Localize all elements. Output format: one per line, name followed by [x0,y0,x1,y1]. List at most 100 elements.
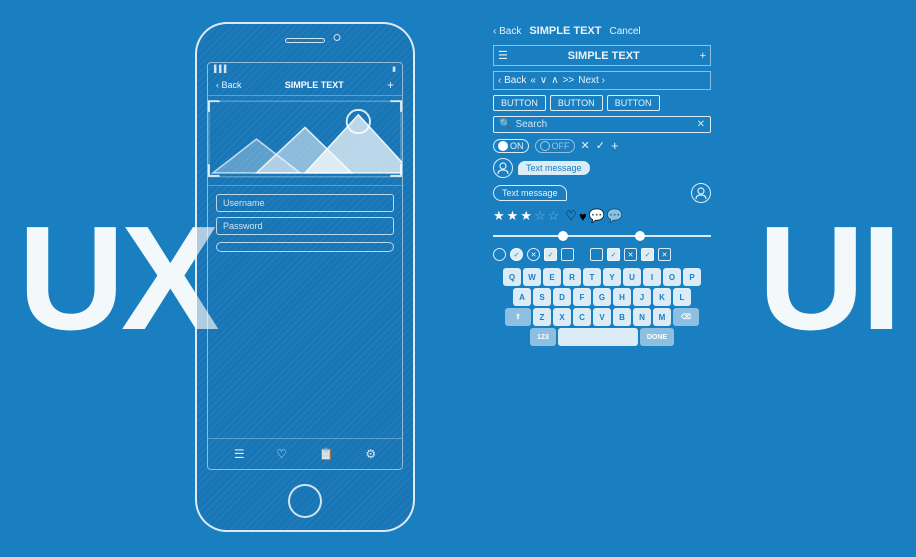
heart-filled-icon[interactable]: ♥ [579,209,587,224]
key-v[interactable]: V [593,308,611,326]
key-q[interactable]: Q [503,268,521,286]
back-button[interactable]: ‹ Back [493,26,521,37]
key-y[interactable]: Y [603,268,621,286]
cross-icon[interactable]: ✕ [581,139,590,152]
checkbox-7[interactable]: ✕ [658,248,671,261]
key-l[interactable]: L [673,288,691,306]
key-f[interactable]: F [573,288,591,306]
chat-message-right: Text message [518,161,590,175]
rating-row: ★ ★ ★ ☆ ☆ ♡ ♥ 💬 💬 [493,208,711,224]
forward-icon[interactable]: >> [563,75,575,86]
add-icon-2[interactable]: + [611,138,619,153]
list-icon[interactable]: 📋 [319,447,334,461]
checkbox-5[interactable]: ✕ [624,248,637,261]
heart-outline-icon[interactable]: ♡ [565,208,577,224]
radio-2-checked[interactable]: ✓ [510,248,523,261]
button-2[interactable]: BUTTON [550,95,603,111]
avatar-icon-left [496,161,510,175]
key-x[interactable]: X [553,308,571,326]
prev-back[interactable]: ‹ Back [498,75,526,86]
key-z[interactable]: Z [533,308,551,326]
ui-label: UI [758,205,898,353]
up-icon[interactable]: ∧ [551,75,558,86]
cancel-button[interactable]: Cancel [609,26,640,37]
on-label: ON [510,141,524,151]
home-button[interactable] [288,484,322,518]
checkbox-6-checked[interactable]: ✓ [641,248,654,261]
avatar-icon-right [694,186,708,200]
slider-row[interactable] [493,229,711,243]
key-g[interactable]: G [593,288,611,306]
avatar-left [493,158,513,178]
slider-thumb-1[interactable] [558,231,568,241]
toggle-on-circle [498,141,508,151]
button-3[interactable]: BUTTON [607,95,660,111]
check-icon[interactable]: ✓ [596,139,605,152]
toggle-on[interactable]: ON [493,139,529,153]
ux-label: UX [18,205,216,353]
heart-icon[interactable]: ♡ [276,447,287,461]
checkbox-3[interactable] [590,248,603,261]
key-o[interactable]: O [663,268,681,286]
next-button[interactable]: Next › [578,75,605,86]
rewind-icon[interactable]: « [530,75,536,86]
keyboard-row-3: ⇧ Z X C V B N M ⌫ [493,308,711,326]
settings-icon[interactable]: ⚙ [365,447,376,461]
key-n[interactable]: N [633,308,651,326]
plus-btn[interactable]: + [387,78,394,92]
key-done[interactable]: DONE [640,328,674,346]
search-bar[interactable]: 🔍 Search ✕ [493,116,711,133]
key-delete[interactable]: ⌫ [673,308,699,326]
key-e[interactable]: E [543,268,561,286]
star-1[interactable]: ★ [493,208,505,224]
key-k[interactable]: K [653,288,671,306]
radio-1[interactable] [493,248,506,261]
key-u[interactable]: U [623,268,641,286]
chat-icon-2[interactable]: 💬 [607,208,623,224]
hamburger-icon[interactable]: ☰ [498,49,508,62]
add-icon[interactable]: + [700,50,706,62]
button-1[interactable]: BUTTON [493,95,546,111]
chat-icon-1[interactable]: 💬 [589,208,605,224]
toggle-off[interactable]: OFF [535,139,575,153]
key-m[interactable]: M [653,308,671,326]
menu-title: SIMPLE TEXT [568,50,640,62]
key-d[interactable]: D [553,288,571,306]
star-5[interactable]: ☆ [548,208,560,224]
checkbox-2[interactable] [561,248,574,261]
phone-speaker [285,38,325,43]
radio-3[interactable]: ✕ [527,248,540,261]
key-p[interactable]: P [683,268,701,286]
back-btn[interactable]: ‹ Back [216,80,242,90]
key-s[interactable]: S [533,288,551,306]
key-b[interactable]: B [613,308,631,326]
off-label: OFF [552,141,570,151]
clear-icon[interactable]: ✕ [697,119,705,130]
key-123[interactable]: 123 [530,328,556,346]
key-t[interactable]: T [583,268,601,286]
password-field[interactable]: Password [216,217,394,235]
star-3[interactable]: ★ [520,208,532,224]
star-4[interactable]: ☆ [534,208,546,224]
button-row: BUTTON BUTTON BUTTON [493,95,711,111]
key-c[interactable]: C [573,308,591,326]
main-container: UX UI ▌▌▌ ▮ ‹ Back SIMPLE TEXT + [0,0,916,557]
key-r[interactable]: R [563,268,581,286]
username-field[interactable]: Username [216,194,394,212]
phone-camera [334,34,341,41]
key-a[interactable]: A [513,288,531,306]
star-2[interactable]: ★ [507,208,519,224]
checkbox-1-checked[interactable]: ✓ [544,248,557,261]
key-w[interactable]: W [523,268,541,286]
key-h[interactable]: H [613,288,631,306]
key-space[interactable] [558,328,638,346]
key-shift[interactable]: ⇧ [505,308,531,326]
menu-icon[interactable]: ☰ [234,447,245,461]
login-button[interactable] [216,242,394,252]
key-i[interactable]: I [643,268,661,286]
avatar-right [691,183,711,203]
down-icon[interactable]: ∨ [540,75,547,86]
slider-thumb-2[interactable] [635,231,645,241]
checkbox-4-checked[interactable]: ✓ [607,248,620,261]
key-j[interactable]: J [633,288,651,306]
